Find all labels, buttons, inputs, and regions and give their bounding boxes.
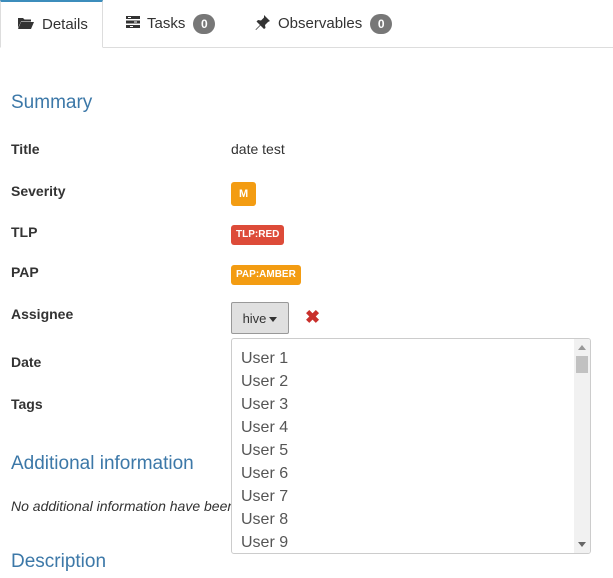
description-heading: Description — [11, 551, 107, 572]
tab-tasks[interactable]: Tasks 0 — [126, 0, 216, 47]
assignee-option[interactable]: User 1 — [241, 347, 590, 370]
assignee-option[interactable]: User 5 — [241, 439, 590, 462]
observables-count-badge: 0 — [370, 13, 393, 34]
tags-label: Tags — [11, 396, 43, 412]
scroll-down-arrow-icon[interactable] — [578, 542, 586, 547]
tab-label: Tasks — [147, 15, 186, 32]
assignee-options-list: User 1 User 2 User 3 User 4 User 5 User … — [231, 338, 591, 554]
assignee-option[interactable]: User 7 — [241, 485, 590, 508]
tlp-badge[interactable]: TLP:RED — [231, 225, 285, 245]
title-label: Title — [11, 141, 40, 157]
caret-down-icon — [269, 316, 278, 322]
tlp-field: TLP:RED — [231, 224, 285, 245]
assignee-label: Assignee — [11, 306, 74, 322]
pap-badge[interactable]: PAP:AMBER — [231, 265, 301, 285]
pushpin-icon — [255, 14, 271, 34]
dropdown-scrollbar[interactable] — [574, 339, 590, 553]
scroll-up-arrow-icon[interactable] — [578, 345, 586, 350]
severity-label: Severity — [11, 183, 66, 199]
summary-heading: Summary — [11, 92, 93, 113]
folder-open-icon — [17, 16, 35, 34]
assignee-option[interactable]: User 8 — [241, 508, 590, 531]
pap-label: PAP — [11, 264, 39, 280]
remove-icon[interactable]: ✖ — [305, 307, 320, 327]
tab-label: Observables — [278, 15, 363, 32]
assignee-value: hive — [242, 310, 267, 326]
assignee-option[interactable]: User 3 — [241, 393, 590, 416]
tab-observables[interactable]: Observables 0 — [255, 0, 393, 47]
pap-field: PAP:AMBER — [231, 264, 301, 285]
assignee-dropdown-button[interactable]: hive — [231, 302, 289, 334]
title-value[interactable]: date test — [231, 141, 285, 157]
case-tabs: Details Tasks 0 Observables 0 — [0, 0, 613, 48]
tab-details[interactable]: Details — [0, 0, 103, 48]
assignee-option[interactable]: User 9 — [241, 531, 590, 553]
tasks-count-badge: 0 — [193, 13, 216, 34]
severity-badge[interactable]: M — [231, 182, 257, 206]
assignee-option[interactable]: User 4 — [241, 416, 590, 439]
assignee-option[interactable]: User 2 — [241, 370, 590, 393]
severity-field: M — [231, 182, 257, 206]
tlp-label: TLP — [11, 224, 38, 240]
tab-label: Details — [42, 16, 88, 33]
date-label: Date — [11, 354, 42, 370]
assignee-option[interactable]: User 6 — [241, 462, 590, 485]
no-additional-info-text: No additional information have been spec… — [11, 498, 231, 514]
tasks-icon — [126, 15, 140, 33]
additional-info-heading: Additional information — [11, 453, 194, 474]
scroll-thumb[interactable] — [576, 356, 588, 373]
